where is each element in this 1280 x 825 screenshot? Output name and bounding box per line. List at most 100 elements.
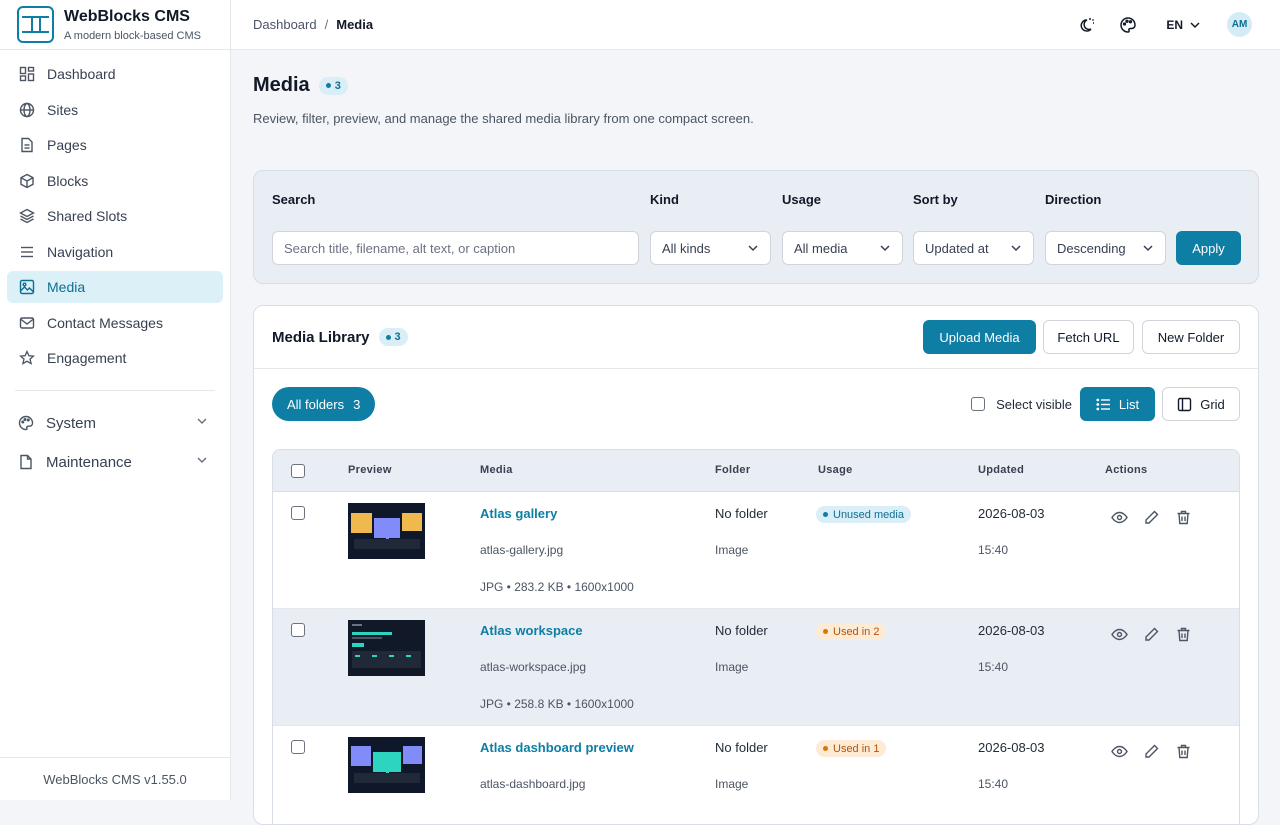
sidebar-divider [15, 390, 215, 391]
chevron-down-icon [1010, 242, 1022, 254]
dashboard-grid-icon [19, 66, 35, 82]
sort-label: Sort by [913, 192, 958, 207]
column-folder: Folder [715, 464, 750, 476]
theme-toggle-icon[interactable] [1076, 15, 1096, 35]
chevron-down-icon [747, 242, 759, 254]
select-all-checkbox[interactable] [291, 464, 305, 478]
sidebar-group-label: System [46, 415, 96, 432]
language-selector[interactable]: EN [1166, 18, 1201, 32]
edit-pencil-icon[interactable] [1142, 508, 1160, 526]
sidebar-item-media[interactable]: Media [7, 271, 223, 303]
media-type: Image [715, 543, 748, 557]
sidebar-item-dashboard[interactable]: Dashboard [7, 58, 223, 90]
grid-icon [1177, 397, 1192, 412]
breadcrumb-dashboard[interactable]: Dashboard [253, 17, 317, 32]
select-visible-toggle[interactable]: Select visible [971, 397, 1072, 412]
edit-pencil-icon[interactable] [1142, 742, 1160, 760]
media-table: Preview Media Folder Usage Updated Actio… [272, 449, 1240, 825]
avatar[interactable]: AM [1227, 12, 1252, 37]
grid-view-button[interactable]: Grid [1162, 387, 1240, 421]
thumbnail-dashboard[interactable] [348, 737, 425, 793]
table-row[interactable]: Atlas workspace atlas-workspace.jpg JPG … [273, 609, 1239, 726]
brand-tagline: A modern block-based CMS [64, 30, 201, 42]
table-row[interactable]: Atlas dashboard preview atlas-dashboard.… [273, 726, 1239, 825]
thumbnail-gallery[interactable] [348, 503, 425, 559]
delete-trash-icon[interactable] [1174, 742, 1192, 760]
media-filename: atlas-workspace.jpg [480, 660, 586, 674]
search-label: Search [272, 192, 315, 207]
star-icon [19, 350, 35, 366]
chevron-down-icon [195, 453, 209, 471]
column-actions: Actions [1105, 464, 1147, 476]
chevron-down-icon [879, 242, 891, 254]
media-title[interactable]: Atlas gallery [480, 506, 557, 521]
delete-trash-icon[interactable] [1174, 625, 1192, 643]
preview-eye-icon[interactable] [1110, 742, 1128, 760]
sidebar-item-pages[interactable]: Pages [7, 129, 223, 161]
brand-name: WebBlocks CMS [64, 8, 201, 26]
direction-select[interactable]: Descending [1045, 231, 1166, 265]
row-checkbox[interactable] [291, 740, 305, 754]
sort-select[interactable]: Updated at [913, 231, 1034, 265]
direction-value: Descending [1057, 241, 1126, 256]
language-label: EN [1166, 18, 1183, 32]
sidebar-group-label: Maintenance [46, 454, 132, 471]
main-content: Media 3 Review, filter, preview, and man… [231, 50, 1280, 800]
sidebar-item-contact-messages[interactable]: Contact Messages [7, 307, 223, 339]
preview-eye-icon[interactable] [1110, 508, 1128, 526]
palette-icon [18, 415, 34, 431]
row-actions [1110, 742, 1206, 763]
search-placeholder: Search title, filename, alt text, or cap… [284, 241, 515, 256]
media-meta: JPG • 258.8 KB • 1600x1000 [480, 697, 634, 711]
chevron-down-icon [1189, 19, 1201, 31]
apply-button[interactable]: Apply [1176, 231, 1241, 265]
media-meta: JPG • 283.2 KB • 1600x1000 [480, 580, 634, 594]
updated-time: 15:40 [978, 777, 1008, 791]
updated-time: 15:40 [978, 660, 1008, 674]
sidebar-item-engagement[interactable]: Engagement [7, 342, 223, 374]
mail-icon [19, 315, 35, 331]
sidebar-item-blocks[interactable]: Blocks [7, 165, 223, 197]
media-filename: atlas-gallery.jpg [480, 543, 563, 557]
fetch-url-button[interactable]: Fetch URL [1043, 320, 1134, 354]
preview-eye-icon[interactable] [1110, 625, 1128, 643]
sidebar-item-label: Pages [47, 137, 87, 153]
media-title[interactable]: Atlas dashboard preview [480, 740, 634, 755]
row-actions [1110, 508, 1206, 529]
document-icon [18, 454, 34, 470]
usage-select[interactable]: All media [782, 231, 903, 265]
row-checkbox[interactable] [291, 623, 305, 637]
column-preview: Preview [348, 464, 392, 476]
delete-trash-icon[interactable] [1174, 508, 1192, 526]
filter-panel: Search Search title, filename, alt text,… [253, 170, 1259, 284]
palette-icon[interactable] [1118, 15, 1138, 35]
sidebar-item-sites[interactable]: Sites [7, 94, 223, 126]
sidebar-group-maintenance[interactable]: Maintenance [7, 444, 223, 480]
thumbnail-workspace[interactable] [348, 620, 425, 676]
sidebar-group-system[interactable]: System [7, 405, 223, 441]
all-folders-filter[interactable]: All folders3 [272, 387, 375, 421]
sidebar: WebBlocks CMS A modern block-based CMS D… [0, 0, 231, 800]
select-visible-checkbox[interactable] [971, 397, 985, 411]
table-row[interactable]: Atlas gallery atlas-gallery.jpg JPG • 28… [273, 492, 1239, 609]
globe-icon [19, 102, 35, 118]
media-title[interactable]: Atlas workspace [480, 623, 583, 638]
upload-media-button[interactable]: Upload Media [923, 320, 1036, 354]
new-folder-button[interactable]: New Folder [1142, 320, 1240, 354]
search-input[interactable]: Search title, filename, alt text, or cap… [272, 231, 639, 265]
list-view-button[interactable]: List [1080, 387, 1155, 421]
page-count-badge: 3 [319, 77, 348, 95]
media-type: Image [715, 777, 748, 791]
row-actions [1110, 625, 1206, 646]
row-checkbox[interactable] [291, 506, 305, 520]
document-icon [19, 137, 35, 153]
sidebar-item-label: Blocks [47, 173, 88, 189]
usage-badge: Used in 1 [816, 740, 886, 757]
brand[interactable]: WebBlocks CMS A modern block-based CMS [0, 0, 230, 50]
grid-label: Grid [1200, 397, 1225, 412]
sidebar-item-shared-slots[interactable]: Shared Slots [7, 200, 223, 232]
kind-select[interactable]: All kinds [650, 231, 771, 265]
edit-pencil-icon[interactable] [1142, 625, 1160, 643]
layers-icon [19, 208, 35, 224]
sidebar-item-navigation[interactable]: Navigation [7, 236, 223, 268]
